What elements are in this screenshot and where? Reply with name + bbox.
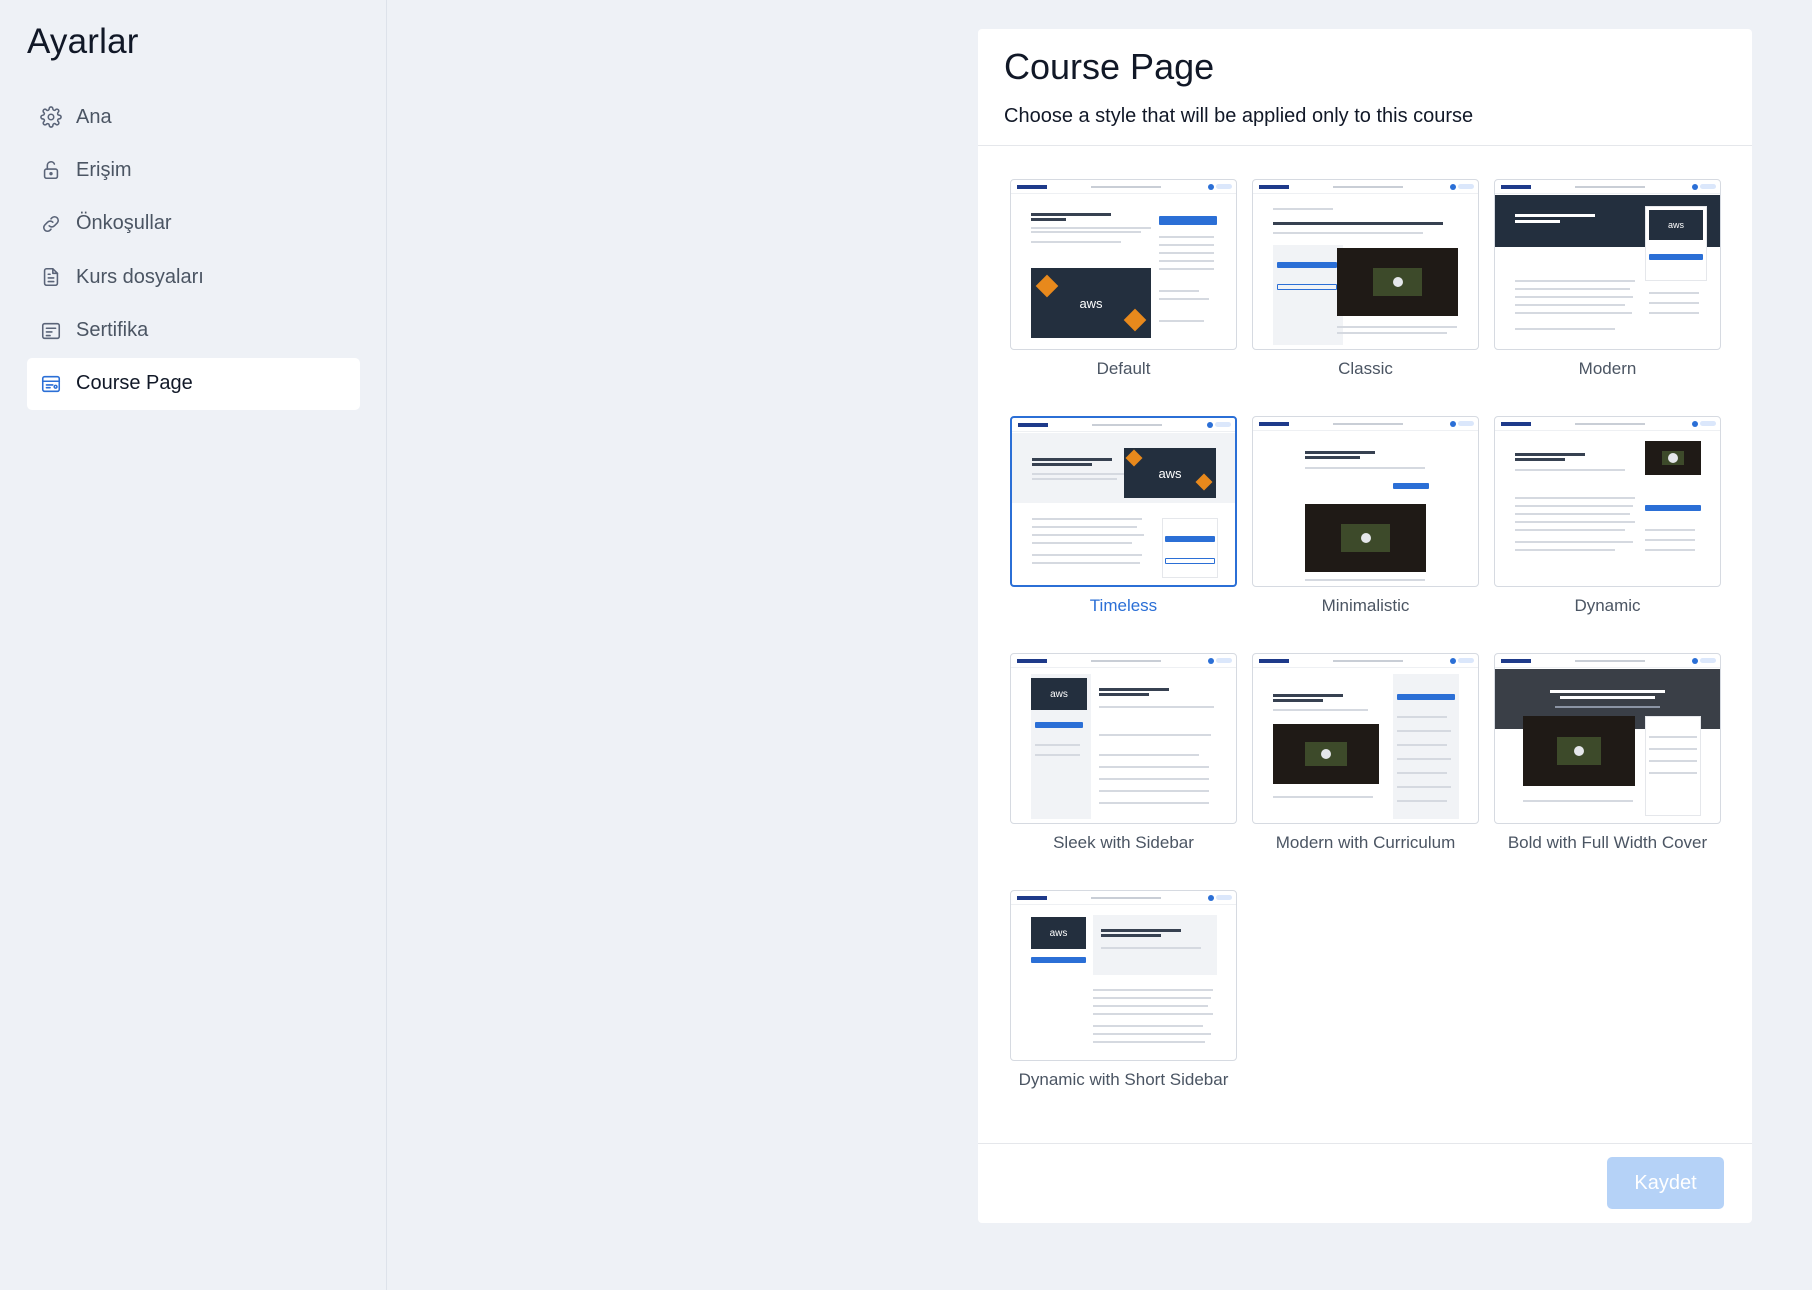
style-thumbnail <box>1494 416 1721 587</box>
sidebar-item-course-page[interactable]: Course Page <box>27 357 360 410</box>
style-thumbnail <box>1252 653 1479 824</box>
sidebar-item-label: Kurs dosyaları <box>76 265 204 288</box>
style-option-dynamic[interactable]: Dynamic <box>1494 416 1721 616</box>
style-label: Dynamic with Short Sidebar <box>1018 1070 1229 1089</box>
header-divider <box>978 145 1752 146</box>
style-option-bold-with-full-width-cover[interactable]: Bold with Full Width Cover <box>1494 653 1721 853</box>
sidebar-title: Ayarlar <box>27 22 139 61</box>
style-option-modern[interactable]: aws Modern <box>1494 179 1721 379</box>
sidebar-item-erisim[interactable]: Erişim <box>27 144 360 196</box>
style-thumbnail <box>1252 416 1479 587</box>
style-option-default[interactable]: aws Default <box>1010 179 1237 379</box>
lock-icon <box>39 158 63 182</box>
sidebar-item-ana[interactable]: Ana <box>27 91 360 143</box>
style-option-minimalistic[interactable]: Minimalistic <box>1252 416 1479 616</box>
style-thumbnail: aws <box>1494 179 1721 350</box>
sidebar-menu: Ana Erişim Önkoşullar Kurs dosyaları Ser <box>27 91 360 411</box>
link-icon <box>39 212 63 236</box>
sidebar-item-sertifika[interactable]: Sertifika <box>27 305 360 357</box>
style-label: Default <box>1096 359 1151 378</box>
style-label: Bold with Full Width Cover <box>1507 833 1708 852</box>
gear-icon <box>39 105 63 129</box>
style-option-sleek-with-sidebar[interactable]: aws Sleek with Sidebar <box>1010 653 1237 853</box>
sidebar-item-label: Erişim <box>76 158 132 181</box>
footer-divider <box>978 1143 1752 1144</box>
style-option-timeless[interactable]: aws Timeless <box>1010 416 1237 616</box>
style-label: Dynamic <box>1574 596 1641 615</box>
style-thumbnail: aws <box>1010 890 1237 1061</box>
style-thumbnail: aws <box>1010 653 1237 824</box>
page-title: Course Page <box>1004 46 1215 87</box>
course-page-icon <box>39 372 63 396</box>
style-label: Modern with Curriculum <box>1275 833 1456 852</box>
style-label: Minimalistic <box>1321 596 1410 615</box>
save-button[interactable]: Kaydet <box>1607 1157 1724 1209</box>
page-subtitle: Choose a style that will be applied only… <box>1004 105 1474 127</box>
style-thumbnail <box>1494 653 1721 824</box>
sidebar-item-kurs-dosyalari[interactable]: Kurs dosyaları <box>27 251 360 303</box>
sidebar-item-label: Ana <box>76 105 112 128</box>
style-option-dynamic-with-short-sidebar[interactable]: aws Dynamic with Short Sidebar <box>1010 890 1237 1090</box>
course-page-panel: Course Page Choose a style that will be … <box>978 29 1752 1223</box>
style-option-modern-with-curriculum[interactable]: Modern with Curriculum <box>1252 653 1479 853</box>
sidebar-item-onkosullar[interactable]: Önkoşullar <box>27 198 360 250</box>
sidebar-item-label: Sertifika <box>76 319 149 342</box>
settings-sidebar: Ayarlar Ana Erişim Önkoşullar Kurs dosya… <box>0 0 387 1290</box>
sidebar-item-label: Course Page <box>76 372 193 395</box>
style-thumbnail <box>1252 179 1479 350</box>
style-option-classic[interactable]: Classic <box>1252 179 1479 379</box>
style-thumbnail: aws <box>1010 416 1237 587</box>
style-label: Timeless <box>1089 596 1158 615</box>
sidebar-item-label: Önkoşullar <box>76 212 172 235</box>
style-label: Sleek with Sidebar <box>1053 833 1194 852</box>
certificate-icon <box>39 319 63 343</box>
style-label: Classic <box>1338 359 1393 378</box>
style-thumbnail: aws <box>1010 179 1237 350</box>
style-label: Modern <box>1578 359 1637 378</box>
document-icon <box>39 265 63 289</box>
